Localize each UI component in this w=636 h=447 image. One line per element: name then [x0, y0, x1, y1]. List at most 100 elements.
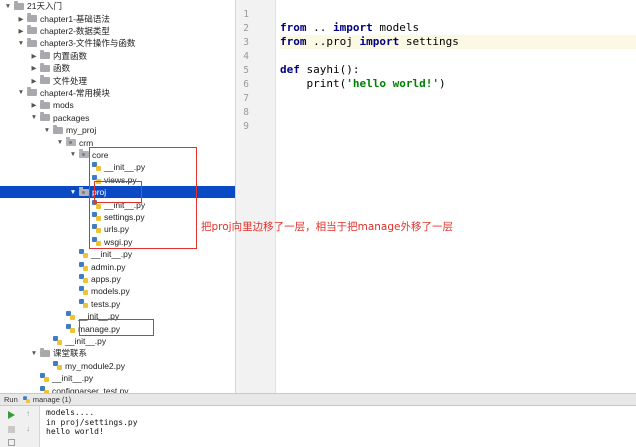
down-arrow-icon[interactable]: ↓	[26, 425, 33, 433]
tree-item[interactable]: apps.py	[0, 273, 235, 285]
run-tool-window-header[interactable]: Run manage (1)	[0, 393, 636, 406]
expanded-arrow-icon[interactable]: ▼	[69, 189, 77, 196]
expanded-arrow-icon[interactable]: ▼	[17, 89, 25, 96]
tree-item[interactable]: ▶ 文件处理	[0, 74, 235, 86]
python-file-icon	[22, 395, 30, 404]
python-file-icon	[92, 211, 101, 222]
code-editor[interactable]: from .. import models from ..proj import …	[277, 0, 636, 393]
code-line[interactable]	[280, 105, 636, 119]
tree-item[interactable]: admin.py	[0, 260, 235, 272]
folder-icon	[40, 99, 50, 109]
tree-item[interactable]: ▼ 21天入门	[0, 0, 235, 12]
tree-item[interactable]: ▼ chapter4-常用模块	[0, 87, 235, 99]
tree-item-label: chapter3-文件操作与函数	[40, 38, 136, 49]
tree-item[interactable]: __init__.py	[0, 248, 235, 260]
folder-icon	[53, 124, 63, 134]
collapsed-arrow-icon[interactable]: ▶	[30, 77, 38, 85]
tree-item[interactable]: ▼ my_proj	[0, 124, 235, 136]
expanded-arrow-icon[interactable]: ▼	[69, 151, 77, 158]
tree-item[interactable]: ▼ crm	[0, 136, 235, 148]
code-line[interactable]: print('hello world!')	[280, 77, 636, 91]
tree-item-label: mods	[53, 100, 74, 111]
tree-item-label: 内置函数	[53, 50, 88, 61]
code-line[interactable]	[280, 7, 636, 21]
expanded-arrow-icon[interactable]: ▼	[43, 127, 51, 134]
python-file-icon	[53, 335, 62, 346]
tree-item-label: my_module2.py	[65, 360, 126, 371]
line-number: 2	[243, 23, 249, 34]
tree-item[interactable]: ▼ packages	[0, 112, 235, 124]
code-line[interactable]: from ..proj import settings	[280, 35, 636, 49]
python-file-icon	[92, 162, 101, 172]
tree-item-label: 课堂联系	[53, 348, 88, 359]
package-icon	[79, 149, 89, 159]
folder-icon	[40, 112, 50, 122]
console-output: models.... in proj/settings.py hello world…	[46, 408, 138, 437]
stop-button[interactable]	[8, 426, 15, 433]
code-text: )	[438, 77, 446, 90]
tree-item[interactable]: ▼ chapter3-文件操作与函数	[0, 37, 235, 49]
tree-item[interactable]: configparser_test.py	[0, 384, 235, 393]
tree-item[interactable]: ▶ chapter1-基础语法	[0, 12, 235, 24]
line-number: 9	[243, 121, 249, 132]
expanded-arrow-icon[interactable]: ▼	[56, 139, 64, 146]
tree-item-label: proj	[92, 187, 107, 198]
tree-item[interactable]: __init__.py	[0, 161, 235, 173]
tree-item[interactable]: ▶ chapter2-数据类型	[0, 25, 235, 37]
tree-item[interactable]: my_module2.py	[0, 360, 235, 372]
tree-item-label: configparser_test.py	[52, 385, 129, 393]
expanded-arrow-icon[interactable]: ▼	[17, 40, 25, 47]
tree-item[interactable]: views.py	[0, 174, 235, 186]
tree-item[interactable]: wsgi.py	[0, 236, 235, 248]
tree-item[interactable]: ▼ core	[0, 149, 235, 161]
tree-item[interactable]: ▶ 函数	[0, 62, 235, 74]
tree-item[interactable]: __init__.py	[0, 310, 235, 322]
code-line[interactable]	[280, 49, 636, 63]
code-line[interactable]	[280, 119, 636, 133]
code-text: ..	[306, 21, 333, 34]
tree-item[interactable]: manage.py	[0, 322, 235, 334]
collapsed-arrow-icon[interactable]: ▶	[17, 27, 25, 35]
collapsed-arrow-icon[interactable]: ▶	[30, 52, 38, 60]
code-keyword: from	[280, 35, 307, 48]
tree-item[interactable]: __init__.py	[0, 335, 235, 347]
tree-item-label: __init__.py	[65, 335, 107, 346]
tree-item-label: __init__.py	[104, 199, 146, 210]
tree-item[interactable]: ▶ mods	[0, 99, 235, 111]
tree-item[interactable]: tests.py	[0, 298, 235, 310]
collapsed-arrow-icon[interactable]: ▶	[30, 101, 38, 109]
tree-item[interactable]: models.py	[0, 285, 235, 297]
collapsed-arrow-icon[interactable]: ▶	[30, 64, 38, 72]
console-line: in proj/settings.py	[46, 417, 138, 427]
line-number: 5	[243, 65, 249, 76]
code-line[interactable]: from .. import models	[280, 21, 636, 35]
folder-icon	[27, 87, 37, 97]
project-tree[interactable]: ▼ 21天入门 ▶ chapter1-基础语法 ▶ chapter2-数据类型 ▼ chapt…	[0, 0, 236, 393]
up-arrow-icon[interactable]: ↑	[26, 410, 33, 418]
expanded-arrow-icon[interactable]: ▼	[4, 3, 12, 10]
tree-item[interactable]: ▼ proj	[0, 186, 235, 199]
python-file-icon	[66, 323, 75, 334]
tree-item-label: core	[92, 149, 109, 160]
code-line[interactable]	[280, 91, 636, 105]
tree-item[interactable]: __init__.py	[0, 198, 235, 210]
line-number: 4	[243, 51, 249, 62]
line-number: 6	[243, 79, 249, 90]
tree-item[interactable]: __init__.py	[0, 372, 235, 384]
restore-layout-icon[interactable]	[8, 439, 15, 446]
line-number: 7	[243, 93, 249, 104]
code-keyword: import	[359, 35, 400, 48]
expanded-arrow-icon[interactable]: ▼	[30, 350, 38, 357]
rerun-button[interactable]	[8, 411, 15, 419]
tree-item-label: chapter2-数据类型	[40, 25, 110, 36]
tree-item-label: admin.py	[91, 261, 126, 272]
folder-icon	[40, 347, 50, 357]
tree-item[interactable]: ▼ 课堂联系	[0, 347, 235, 359]
tree-item[interactable]: ▶ 内置函数	[0, 50, 235, 62]
expanded-arrow-icon[interactable]: ▼	[30, 114, 38, 121]
run-config-name[interactable]: manage (1)	[33, 395, 71, 404]
code-line[interactable]: def sayhi():	[280, 63, 636, 77]
code-keyword: from	[280, 21, 307, 34]
collapsed-arrow-icon[interactable]: ▶	[17, 15, 25, 23]
run-label[interactable]: Run	[4, 395, 18, 404]
